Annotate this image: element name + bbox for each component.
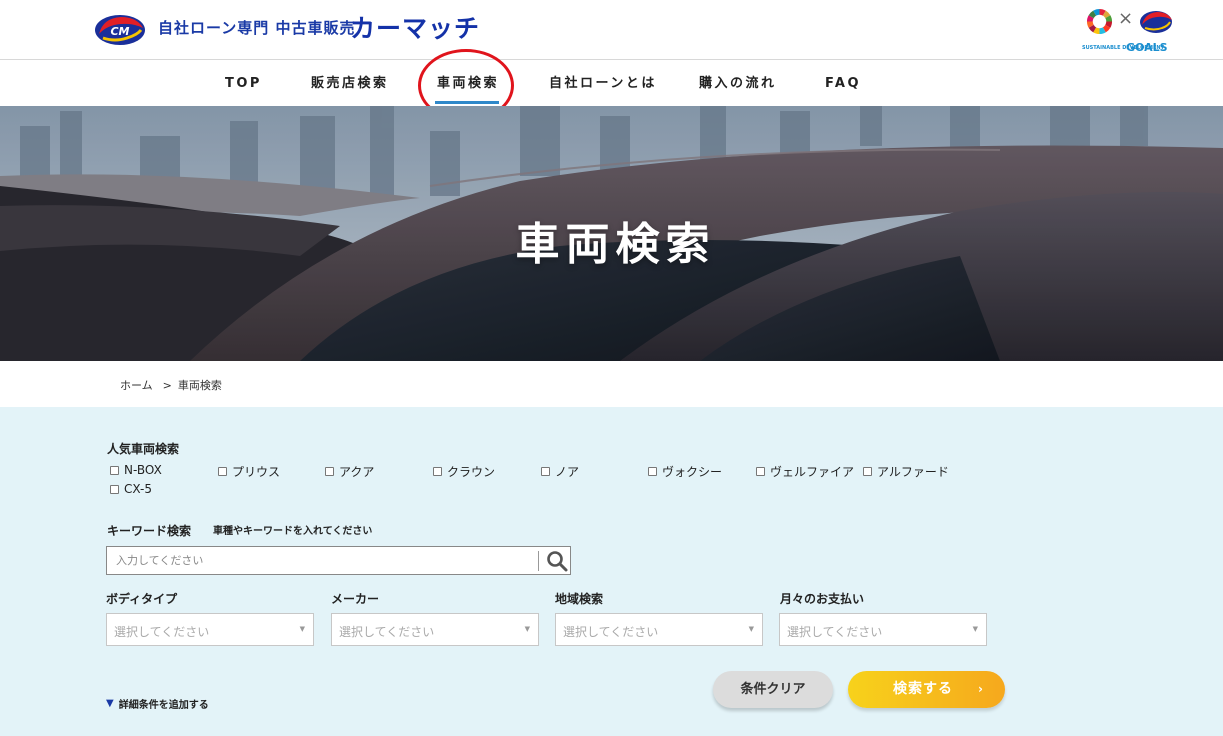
keyword-divider: [538, 551, 539, 571]
carmatch-logo-emblem[interactable]: CM: [93, 8, 147, 50]
checkbox-alphard[interactable]: アルファード: [863, 463, 949, 480]
dropdown-arrow-icon: ▼: [299, 625, 305, 633]
checkbox-label: アルファード: [877, 465, 949, 479]
checkbox-box[interactable]: [110, 484, 119, 494]
site-header: CM 自社ローン専門 中古車販売 カーマッチ × SUSTAINABLE DEV…: [0, 0, 1223, 60]
nav-item-top[interactable]: TOP: [225, 61, 262, 106]
search-icon[interactable]: [545, 549, 569, 573]
checkbox-label: クラウン: [447, 465, 496, 479]
triangle-down-icon: ▼: [106, 698, 114, 709]
nav-item-dealer-search[interactable]: 販売店検索: [311, 61, 389, 106]
add-detail-conditions-toggle[interactable]: ▼ 詳細条件を追加する: [106, 696, 209, 711]
checkbox-label: ヴェルファイア: [770, 465, 855, 479]
maker-label: メーカー: [331, 592, 380, 606]
checkbox-box[interactable]: [541, 467, 550, 476]
site-tagline: 自社ローン専門 中古車販売: [158, 19, 356, 37]
nav-item-purchase-flow[interactable]: 購入の流れ: [699, 61, 777, 106]
checkbox-box[interactable]: [433, 467, 442, 476]
checkbox-prius[interactable]: プリウス: [218, 463, 280, 480]
chevron-right-icon: ›: [978, 682, 983, 696]
checkbox-noah[interactable]: ノア: [541, 463, 579, 480]
checkbox-label: ヴォクシー: [662, 465, 723, 479]
checkbox-box[interactable]: [863, 467, 872, 476]
checkbox-nbox[interactable]: N-BOX: [110, 463, 162, 477]
sdgs-wheel-icon: [1086, 8, 1113, 35]
checkbox-label: CX-5: [124, 482, 152, 496]
maker-select[interactable]: 選択してください ▼: [331, 613, 539, 646]
hero-title: 車両検索: [515, 219, 716, 270]
select-placeholder: 選択してください: [787, 625, 883, 639]
checkbox-box[interactable]: [756, 467, 765, 476]
nav-item-in-house-loan[interactable]: 自社ローンとは: [549, 61, 657, 106]
breadcrumb: ホーム > 車両検索: [120, 377, 226, 393]
checkbox-label: アクア: [339, 465, 375, 479]
sdgs-small-text: SUSTAINABLE DEVELOPMENT: [1082, 44, 1164, 51]
breadcrumb-separator: >: [162, 379, 172, 392]
monthly-payment-select[interactable]: 選択してください ▼: [779, 613, 987, 646]
dropdown-arrow-icon: ▼: [972, 625, 978, 633]
sdgs-goals-text: GOALS: [1126, 41, 1168, 54]
select-placeholder: 選択してください: [339, 625, 435, 639]
breadcrumb-home[interactable]: ホーム: [120, 379, 153, 392]
carmatch-small-emblem: [1140, 11, 1172, 33]
sdgs-goals-logo: SUSTAINABLE DEVELOPMENTGOALS: [1082, 37, 1174, 56]
checkbox-aqua[interactable]: アクア: [325, 463, 374, 480]
region-select[interactable]: 選択してください ▼: [555, 613, 763, 646]
dropdown-arrow-icon: ▼: [748, 625, 754, 633]
search-button[interactable]: 検索する ›: [848, 671, 1005, 708]
keyword-search-label: キーワード検索: [107, 524, 192, 538]
checkbox-box[interactable]: [110, 465, 119, 475]
checkbox-voxy[interactable]: ヴォクシー: [648, 463, 722, 480]
search-button-label: 検索する: [893, 681, 953, 697]
keyword-search-hint: 車種やキーワードを入れてください: [213, 526, 373, 537]
checkbox-vellfire[interactable]: ヴェルファイア: [756, 463, 854, 480]
dropdown-arrow-icon: ▼: [524, 625, 530, 633]
checkbox-box[interactable]: [325, 467, 334, 476]
nav-item-faq[interactable]: FAQ: [825, 61, 861, 106]
keyword-search-input[interactable]: [107, 547, 537, 574]
keyword-search-box: [106, 546, 571, 575]
monthly-payment-label: 月々のお支払い: [780, 592, 865, 606]
checkbox-cx5[interactable]: CX-5: [110, 482, 152, 496]
checkbox-label: ノア: [555, 465, 580, 479]
region-label: 地域検索: [555, 592, 604, 606]
sdgs-separator: ×: [1118, 8, 1134, 29]
breadcrumb-current: 車両検索: [177, 379, 222, 392]
checkbox-box[interactable]: [218, 467, 227, 476]
body-type-label: ボディタイプ: [106, 592, 178, 606]
site-brand-name[interactable]: カーマッチ: [350, 9, 480, 45]
select-placeholder: 選択してください: [563, 625, 659, 639]
body-type-select[interactable]: 選択してください ▼: [106, 613, 314, 646]
checkbox-label: N-BOX: [124, 463, 162, 477]
popular-search-label: 人気車両検索: [107, 442, 180, 456]
checkbox-crown[interactable]: クラウン: [433, 463, 495, 480]
checkbox-box[interactable]: [648, 467, 657, 476]
main-nav: TOP 販売店検索 車両検索 自社ローンとは 購入の流れ FAQ: [0, 61, 1223, 106]
hero-banner: 車両検索: [0, 106, 1223, 361]
add-detail-conditions-label: 詳細条件を追加する: [118, 700, 209, 711]
checkbox-label: プリウス: [232, 465, 281, 479]
svg-text:CM: CM: [110, 25, 129, 38]
select-placeholder: 選択してください: [114, 625, 210, 639]
clear-conditions-button[interactable]: 条件クリア: [713, 671, 833, 708]
nav-item-vehicle-search[interactable]: 車両検索: [434, 61, 500, 106]
